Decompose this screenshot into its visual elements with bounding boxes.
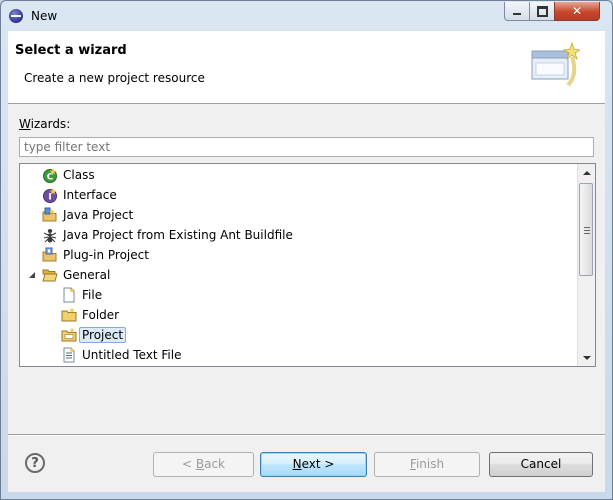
back-button-prefix: <: [181, 457, 196, 471]
scroll-up-button[interactable]: [578, 164, 595, 181]
next-button[interactable]: Next >: [260, 452, 367, 477]
thumb-grip: [584, 227, 590, 228]
next-button-label: ext >: [301, 457, 335, 471]
tree-item-label: Folder: [82, 308, 120, 322]
tree-item-label: Java Project: [63, 208, 134, 222]
tree-item-general[interactable]: General: [24, 265, 110, 285]
dialog-body: Select a wizard Create a new project res…: [8, 31, 605, 492]
tree-item-folder[interactable]: Folder: [61, 305, 119, 325]
maximize-icon: [536, 5, 548, 17]
tree-item-label: General: [63, 268, 111, 282]
close-icon: ✕: [571, 4, 583, 18]
filter-input[interactable]: [19, 137, 594, 157]
tree-item-java-project[interactable]: Java Project: [42, 205, 133, 225]
tree-item-plugin-project[interactable]: Plug-in Project: [42, 245, 149, 265]
cancel-button[interactable]: Cancel: [489, 452, 593, 477]
tree-item-ant-project[interactable]: Java Project from Existing Ant Buildfile: [42, 225, 293, 245]
wizard-tree[interactable]: C Class I Interface Java Project Java Pr…: [19, 163, 596, 367]
title-bar[interactable]: New ✕: [1, 1, 612, 31]
tree-item-file[interactable]: File: [61, 285, 102, 305]
wizards-label: Wizards:: [19, 117, 70, 131]
thumb-grip: [584, 230, 590, 231]
file-icon: [63, 287, 75, 303]
tree-item-interface[interactable]: I Interface: [42, 185, 117, 205]
banner-title: Select a wizard: [15, 43, 127, 58]
scroll-down-arrow-icon: [582, 355, 591, 360]
tree-item-class[interactable]: C Class: [42, 165, 95, 185]
java-class-icon: C: [43, 168, 57, 183]
tree-item-label: Interface: [63, 188, 117, 202]
tree-item-label: Untitled Text File: [82, 348, 182, 362]
ant-icon: [43, 229, 57, 243]
wizard-banner: Select a wizard Create a new project res…: [8, 31, 605, 104]
window-title: New: [31, 9, 58, 23]
tree-item-label: File: [82, 288, 103, 302]
tree-item-project[interactable]: Project: [61, 325, 127, 345]
folder-icon: [61, 307, 77, 322]
text-file-icon: [63, 347, 75, 363]
tree-item-label: Class: [63, 168, 95, 182]
tree-item-untitled-text-file[interactable]: Untitled Text File: [61, 345, 181, 365]
wizards-label-mnemonic: W: [19, 117, 31, 131]
java-project-icon: [42, 207, 57, 222]
banner-description: Create a new project resource: [24, 71, 205, 85]
eclipse-app-icon: [9, 9, 23, 23]
wizards-label-text: izards:: [30, 117, 71, 131]
open-folder-icon: [42, 269, 58, 282]
scrollbar-thumb[interactable]: [579, 183, 593, 276]
vertical-scrollbar[interactable]: [577, 164, 595, 366]
scroll-up-arrow-icon: [582, 170, 591, 175]
maximize-button[interactable]: [529, 2, 555, 21]
expanded-chevron-icon[interactable]: [24, 267, 42, 283]
minimize-icon: [513, 13, 521, 15]
svg-text:C: C: [47, 173, 54, 183]
help-button[interactable]: ?: [25, 453, 45, 473]
tree-item-label: Project: [79, 327, 127, 343]
next-button-mnemonic: N: [292, 457, 302, 471]
footer-separator: [8, 434, 605, 436]
new-wizard-window: New ✕ Select a wizard Create a new proje…: [0, 0, 613, 500]
back-button[interactable]: < Back: [153, 452, 254, 477]
help-icon: ?: [31, 455, 39, 471]
back-button-label: ack: [204, 457, 225, 471]
new-wizard-banner-icon: [531, 41, 580, 87]
finish-button-label: inish: [415, 457, 445, 471]
back-button-mnemonic: B: [195, 457, 205, 471]
minimize-button[interactable]: [504, 2, 530, 21]
thumb-grip: [584, 233, 590, 234]
java-interface-icon: I: [43, 188, 57, 203]
finish-button[interactable]: Finish: [374, 452, 480, 477]
close-button[interactable]: ✕: [554, 2, 600, 21]
tree-item-label: Plug-in Project: [63, 248, 149, 262]
plugin-project-icon: [42, 247, 57, 262]
tree-item-label: Java Project from Existing Ant Buildfile: [63, 228, 293, 242]
project-icon: [61, 327, 77, 342]
scroll-down-button[interactable]: [578, 349, 595, 366]
